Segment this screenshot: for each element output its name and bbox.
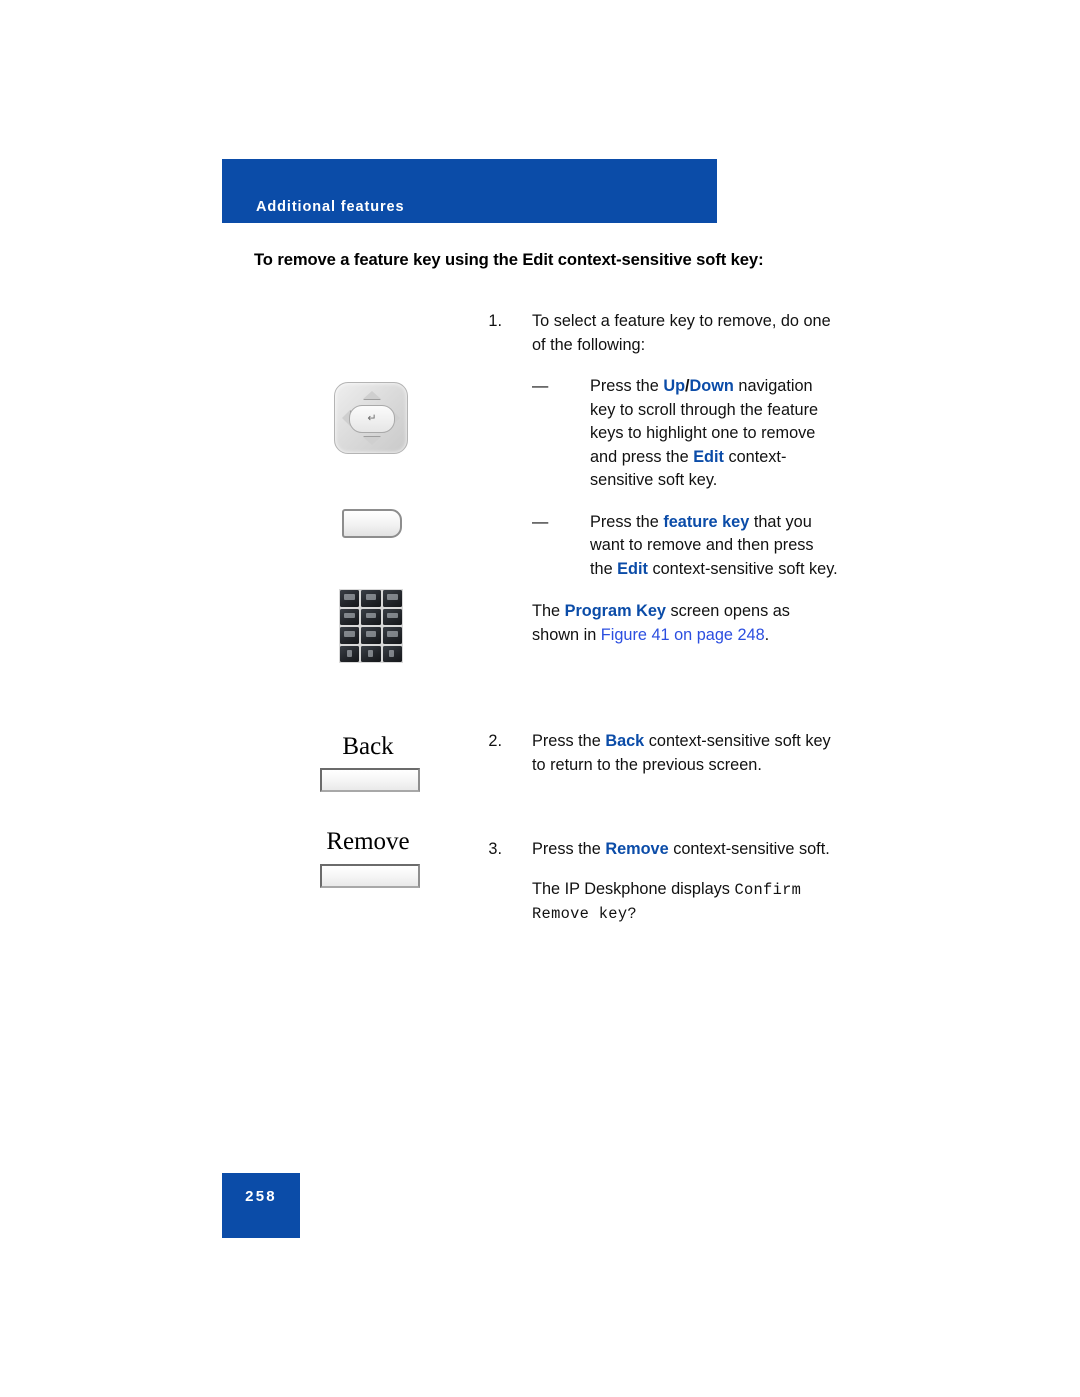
remove-keyword: Remove [605, 840, 669, 858]
step-list: 3. Press the Remove context-sensitive so… [470, 838, 845, 927]
nav-enter-button-icon: ↵ [349, 405, 395, 433]
figure-cross-reference-link[interactable]: Figure 41 on page 248 [601, 626, 765, 644]
dialpad-key [361, 627, 381, 644]
step-text: Press the Back context-sensitive soft ke… [532, 730, 845, 777]
remove-soft-key-label: Remove [326, 828, 410, 855]
dialpad-key [361, 590, 381, 607]
nav-down-arrow-icon [363, 437, 381, 445]
dialpad-key [340, 627, 360, 644]
up-keyword: Up [663, 377, 686, 395]
step-note: The IP Deskphone displays Confirm Remove… [532, 878, 845, 927]
step-item: 2. Press the Back context-sensitive soft… [470, 730, 845, 777]
bullet-text-part: Press the [590, 512, 664, 531]
step-text-part: Press the [532, 840, 606, 858]
step-text: Press the Remove context-sensitive soft. [532, 838, 845, 862]
page-number: 258 [245, 1188, 277, 1205]
step-number: 3. [488, 840, 502, 858]
enter-arrow-icon: ↵ [367, 412, 377, 425]
bullet-text: Press the Up/Down navigation key to scro… [590, 377, 818, 489]
note-text-part: The IP Deskphone displays [532, 879, 735, 898]
step-text-part: Press the [532, 732, 606, 750]
bullet-text-part: context-sensitive soft key. [647, 559, 838, 578]
document-page: Additional features To remove a feature … [0, 0, 1080, 1397]
dialpad-key [361, 608, 381, 625]
program-key-keyword: Program Key [564, 602, 666, 620]
down-keyword: Down [689, 377, 734, 395]
feature-key-keyword: feature key [663, 512, 750, 531]
bullet-text-part: Press the [590, 377, 664, 395]
nav-up-arrow-icon [363, 391, 381, 399]
soft-key-icon [342, 509, 402, 538]
step-item: 1. To select a feature key to remove, do… [470, 310, 840, 647]
page-header-band: Additional features [222, 159, 717, 223]
page-number-block: 258 [222, 1173, 300, 1238]
step-text-part: context-sensitive soft. [668, 840, 830, 858]
step-number: 2. [488, 732, 502, 750]
back-soft-key-icon [320, 768, 420, 792]
step-item: 3. Press the Remove context-sensitive so… [470, 838, 845, 927]
dialpad-key [340, 645, 360, 662]
step-note: The Program Key screen opens as shown in… [532, 600, 840, 647]
bullet-item: — Press the Up/Down navigation key to sc… [532, 375, 840, 493]
dialpad-key [361, 645, 381, 662]
navigation-key-icon: ↵ [334, 382, 408, 454]
remove-soft-key-icon [320, 864, 420, 888]
bullet-item: — Press the feature key that you want to… [532, 511, 840, 582]
dialpad-key [340, 590, 360, 607]
edit-keyword: Edit [617, 559, 648, 578]
dialpad-icon [339, 589, 403, 663]
dialpad-key [382, 608, 402, 625]
bullet-text: Press the feature key that you want to r… [590, 513, 838, 578]
dialpad-key [382, 645, 402, 662]
dialpad-key [382, 590, 402, 607]
note-text-part: . [764, 625, 770, 644]
header-section-label: Additional features [256, 199, 405, 215]
back-soft-key-label: Back [342, 733, 394, 760]
note-text-part: The [532, 602, 565, 620]
back-keyword: Back [605, 732, 645, 750]
step-list: 2. Press the Back context-sensitive soft… [470, 730, 845, 777]
step-text: To select a feature key to remove, do on… [532, 312, 831, 354]
edit-keyword: Edit [693, 447, 724, 466]
dialpad-key [340, 608, 360, 625]
step-number: 1. [488, 312, 502, 330]
step-list: 1. To select a feature key to remove, do… [470, 310, 840, 647]
em-dash-icon: — [532, 512, 548, 531]
page-title: To remove a feature key using the Edit c… [254, 250, 764, 269]
em-dash-icon: — [532, 377, 548, 395]
dialpad-key [382, 627, 402, 644]
